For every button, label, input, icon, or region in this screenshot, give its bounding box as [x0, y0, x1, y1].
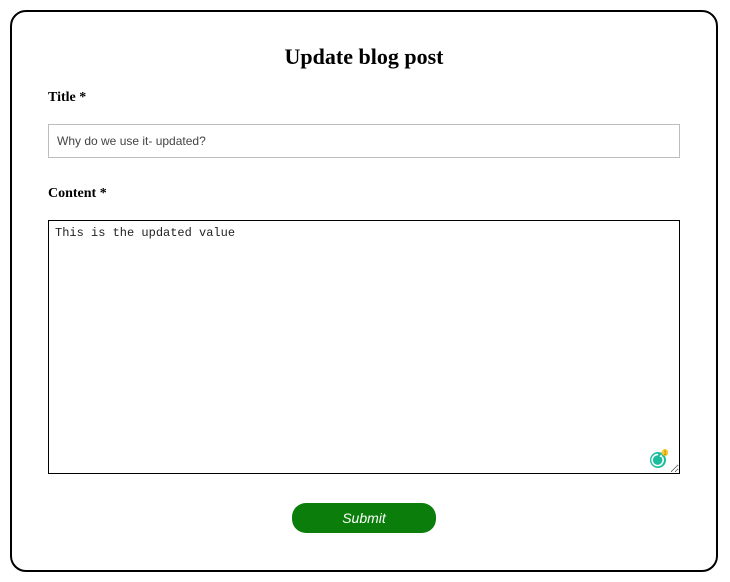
form-card: Update blog post Title * Content * 1 Sub…	[10, 10, 718, 572]
title-input[interactable]	[48, 124, 680, 158]
content-label: Content *	[48, 186, 680, 202]
content-textarea[interactable]	[48, 220, 680, 474]
submit-row: Submit	[48, 503, 680, 533]
title-label: Title *	[48, 90, 680, 106]
submit-button[interactable]: Submit	[292, 503, 436, 533]
page-title: Update blog post	[48, 44, 680, 70]
content-field-wrap: 1	[48, 220, 680, 479]
